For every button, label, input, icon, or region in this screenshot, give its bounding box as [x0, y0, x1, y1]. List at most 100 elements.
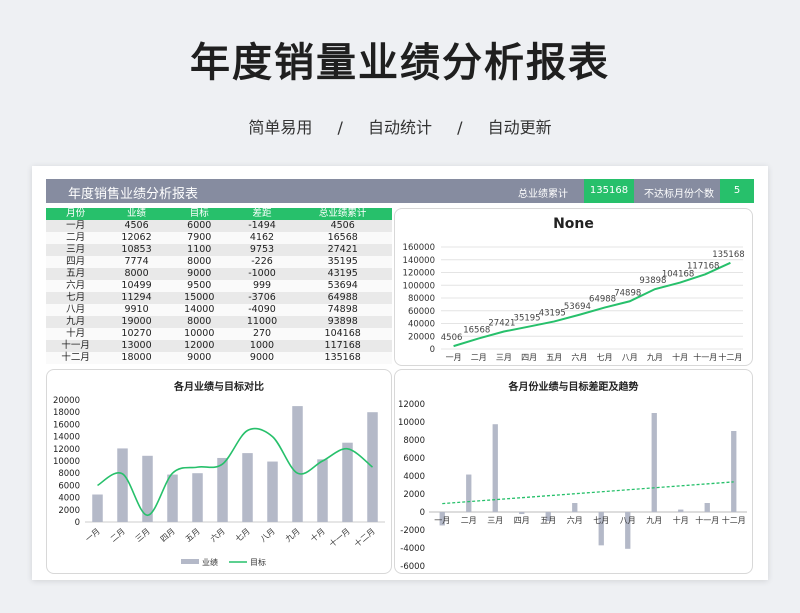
- table-cell[interactable]: -3706: [230, 292, 294, 304]
- y-tick-label: 80000: [408, 294, 435, 304]
- y-tick-label: 2000: [403, 490, 425, 500]
- table-cell[interactable]: 4506: [293, 220, 392, 232]
- table-cell[interactable]: 16568: [293, 232, 392, 244]
- feature-separator: /: [337, 118, 343, 137]
- table-cell[interactable]: 八月: [46, 304, 106, 316]
- table-cell[interactable]: 15000: [167, 292, 231, 304]
- bar-performance: [192, 473, 203, 522]
- table-cell[interactable]: -4090: [230, 304, 294, 316]
- table-cell[interactable]: 64988: [293, 292, 392, 304]
- x-tick-label: 十月: [672, 352, 688, 362]
- table-cell[interactable]: 9753: [230, 244, 294, 256]
- table-cell[interactable]: 六月: [46, 280, 106, 292]
- table-cell[interactable]: 4506: [105, 220, 168, 232]
- bar-gap: [572, 503, 578, 512]
- table-cell[interactable]: 十一月: [46, 340, 106, 352]
- report-header: 年度销售业绩分析报表 总业绩累计 135168 不达标月份个数 5: [46, 179, 754, 203]
- x-tick-label: 四月: [521, 353, 537, 362]
- table-cell[interactable]: 35195: [293, 256, 392, 268]
- report-title: 年度销售业绩分析报表: [68, 187, 199, 202]
- table-cell[interactable]: 七月: [46, 292, 106, 304]
- table-cell[interactable]: 十月: [46, 328, 106, 340]
- bar-performance: [217, 457, 228, 522]
- x-tick-label: 三月: [496, 353, 512, 362]
- table-cell[interactable]: 10853: [105, 244, 168, 256]
- table-row: 六月 10499 9500 999 53694: [46, 280, 392, 292]
- table-cell[interactable]: 7900: [167, 232, 231, 244]
- table-cell[interactable]: 135168: [293, 352, 392, 364]
- table-cell[interactable]: 4162: [230, 232, 294, 244]
- table-cell[interactable]: 四月: [46, 256, 106, 268]
- table-cell[interactable]: 999: [230, 280, 294, 292]
- data-label: 4506: [441, 333, 463, 343]
- table-cell[interactable]: 104168: [293, 328, 392, 340]
- table-cell[interactable]: 53694: [293, 280, 392, 292]
- table-cell[interactable]: 二月: [46, 232, 106, 244]
- table-cell[interactable]: 13000: [105, 340, 168, 352]
- table-cell[interactable]: 9000: [230, 352, 294, 364]
- total-label: 总业绩累计: [518, 189, 568, 200]
- cumulative-line-chart: 0 20000 40000 60000 80000 100000 120000 140000 1…: [403, 243, 745, 362]
- table-cell[interactable]: 270: [230, 328, 294, 340]
- table-cell[interactable]: 9910: [105, 304, 168, 316]
- table-cell[interactable]: 9000: [167, 352, 231, 364]
- table-cell[interactable]: 9000: [167, 268, 231, 280]
- table-cell[interactable]: 8000: [167, 256, 231, 268]
- table-cell[interactable]: 9500: [167, 280, 231, 292]
- column-header: 目标: [167, 208, 231, 220]
- x-tick-label: 十二月: [352, 526, 377, 549]
- table-cell[interactable]: 十二月: [46, 352, 106, 364]
- table-cell[interactable]: 117168: [293, 340, 392, 352]
- feature-auto-update: 自动更新: [487, 118, 552, 137]
- x-tick-label: 五月: [546, 353, 562, 362]
- data-label: 35195: [514, 314, 541, 324]
- table-cell[interactable]: 8000: [167, 316, 231, 328]
- table-cell[interactable]: 7774: [105, 256, 168, 268]
- table-cell[interactable]: 93898: [293, 316, 392, 328]
- legend-label: 目标: [250, 557, 266, 567]
- table-cell[interactable]: 九月: [46, 316, 106, 328]
- table-cell[interactable]: 14000: [167, 304, 231, 316]
- data-label: 53694: [564, 302, 591, 312]
- table-cell[interactable]: 1000: [230, 340, 294, 352]
- bar-performance: [117, 448, 128, 522]
- table-cell[interactable]: 10000: [167, 328, 231, 340]
- table-cell[interactable]: 19000: [105, 316, 168, 328]
- bar-gap: [651, 413, 657, 512]
- x-tick-label: 十二月: [722, 515, 746, 525]
- y-tick-label: 0: [420, 508, 425, 518]
- table-cell[interactable]: -1000: [230, 268, 294, 280]
- table-cell[interactable]: 6000: [167, 220, 231, 232]
- table-cell[interactable]: 三月: [46, 244, 106, 256]
- table-cell[interactable]: 五月: [46, 268, 106, 280]
- x-tick-label: 六月: [571, 352, 587, 362]
- table-cell[interactable]: 27421: [293, 244, 392, 256]
- table-cell[interactable]: 18000: [105, 352, 168, 364]
- table-cell[interactable]: 10499: [105, 280, 168, 292]
- cumulative-chart-panel: None 0 20000 40000 60000 80000 100000 120000 14…: [394, 208, 753, 366]
- x-tick-label: 四月: [514, 516, 530, 525]
- table-cell[interactable]: 12000: [167, 340, 231, 352]
- table-cell[interactable]: 12062: [105, 232, 168, 244]
- table-cell[interactable]: -226: [230, 256, 294, 268]
- table-cell[interactable]: 一月: [46, 220, 106, 232]
- y-tick-label: 20000: [408, 332, 435, 342]
- x-tick-label: 二月: [471, 353, 487, 362]
- table-cell[interactable]: 10270: [105, 328, 168, 340]
- y-tick-label: 4000: [403, 472, 425, 482]
- y-tick-label: 160000: [403, 243, 435, 253]
- table-cell[interactable]: 43195: [293, 268, 392, 280]
- sales-table: 月份 业绩 目标 差距 总业绩累计 一月 4506 6000 -1494 4506 二月 12062…: [46, 208, 392, 364]
- table-cell[interactable]: 74898: [293, 304, 392, 316]
- total-value-cell[interactable]: 135168: [584, 179, 634, 203]
- table-cell[interactable]: 11294: [105, 292, 168, 304]
- table-cell[interactable]: -1494: [230, 220, 294, 232]
- x-tick-label: 七月: [593, 516, 609, 525]
- bar-performance: [292, 406, 303, 522]
- table-cell[interactable]: 11000: [230, 316, 294, 328]
- table-cell[interactable]: 8000: [105, 268, 168, 280]
- table-row: 五月 8000 9000 -1000 43195: [46, 268, 392, 280]
- miss-value-cell[interactable]: 5: [720, 179, 754, 203]
- bar-performance: [342, 442, 353, 522]
- table-cell[interactable]: 1100: [167, 244, 231, 256]
